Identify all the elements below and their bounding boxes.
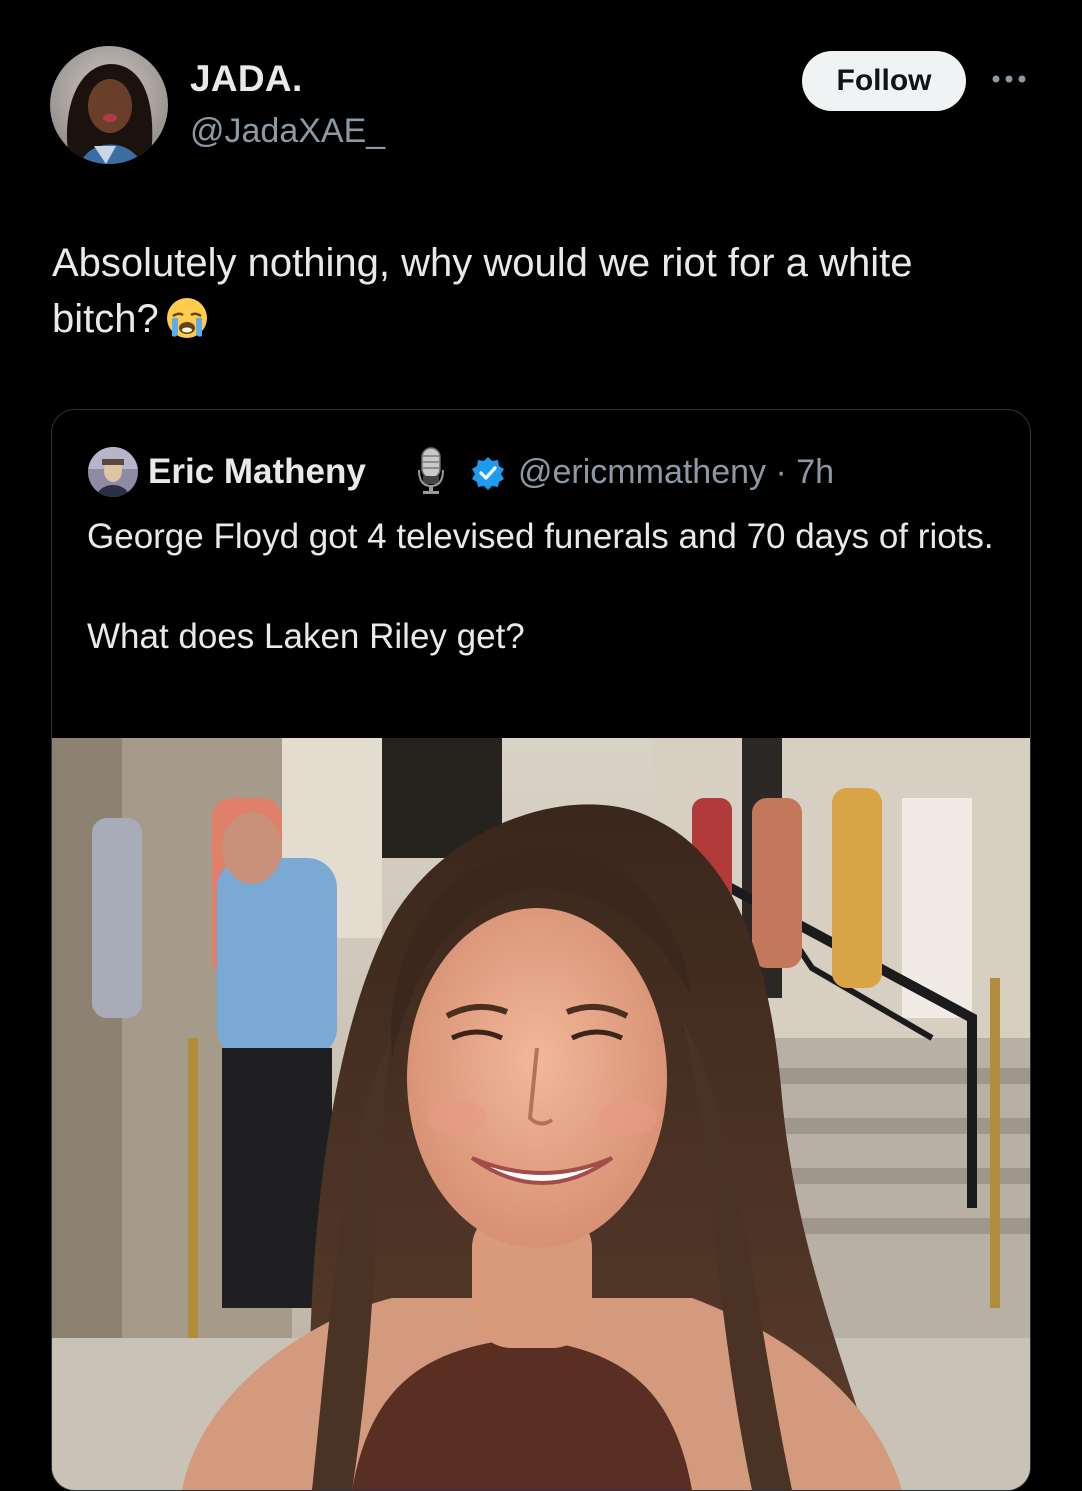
quote-author-name[interactable]: Eric Matheny: [148, 452, 366, 492]
tweet-text: Absolutely nothing, why would we riot fo…: [52, 235, 1012, 355]
microphone-icon: [414, 446, 448, 496]
quote-handle-time[interactable]: @ericmmatheny · 7h: [518, 453, 834, 492]
quoted-tweet-card[interactable]: Eric Matheny @ericmmatheny · 7h George F…: [51, 409, 1031, 1491]
avatar-image: [50, 46, 168, 164]
quote-media-photo[interactable]: [52, 738, 1030, 1490]
quote-author-avatar[interactable]: [88, 447, 138, 497]
more-horizontal-icon[interactable]: [988, 64, 1030, 94]
photo-woman-smiling-outdoors: [52, 738, 1030, 1490]
author-name[interactable]: JADA.: [190, 58, 303, 100]
quote-text-paragraph: George Floyd got 4 televised funerals an…: [87, 517, 994, 556]
author-avatar[interactable]: [50, 46, 168, 164]
follow-button[interactable]: Follow: [802, 51, 966, 111]
verified-badge-icon[interactable]: [470, 455, 506, 491]
loudly-crying-face-icon: [165, 296, 209, 355]
quote-text: George Floyd got 4 televised funerals an…: [87, 512, 997, 662]
quote-avatar-image: [88, 447, 138, 497]
quote-text-paragraph: What does Laken Riley get?: [87, 617, 525, 656]
author-handle[interactable]: @JadaXAE_: [190, 112, 385, 151]
